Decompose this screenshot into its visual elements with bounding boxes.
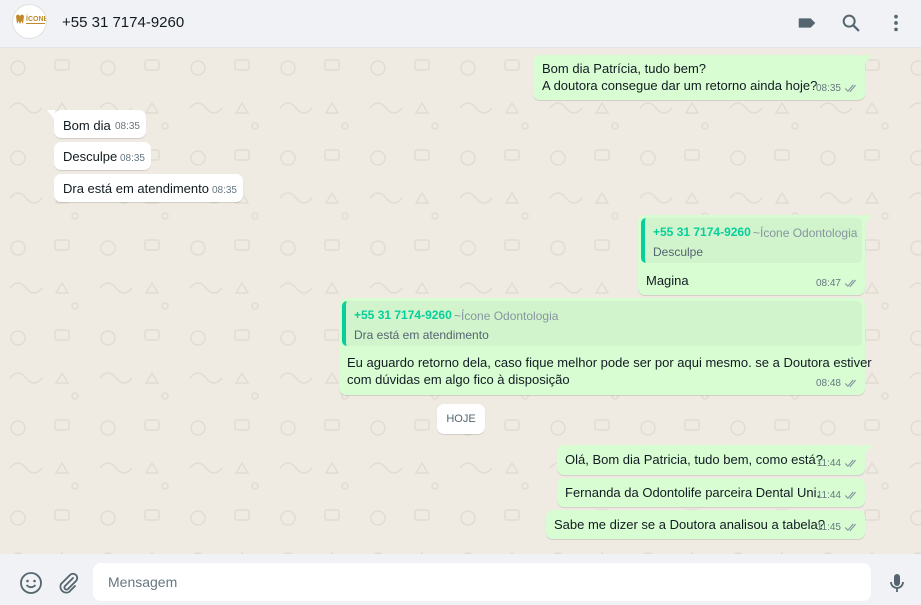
message-bubble-outgoing[interactable]: Olá, Bom dia Patricia, tudo bem, como es…: [557, 445, 872, 475]
message-list[interactable]: Bom dia Patrícia, tudo bem? A doutora co…: [0, 48, 921, 554]
message-time: 11:44: [816, 490, 841, 501]
quoted-message[interactable]: +55 31 7174-9260 ~Ícone Odontologia Desc…: [641, 218, 862, 263]
message-text: Magina: [646, 273, 689, 288]
message-text: Desculpe: [63, 149, 118, 164]
message-text: Bom dia Patrícia, tudo bem?: [542, 61, 707, 76]
message-time: 11:45: [816, 522, 841, 533]
message-text: Eu aguardo retorno dela, caso fique melh…: [347, 355, 872, 370]
bubble-tail: [864, 215, 872, 225]
message-meta: 08:47: [816, 275, 859, 292]
chat-header: ÍCONE +55 31 7174-9260: [0, 0, 921, 48]
message-text: Olá, Bom dia Patricia, tudo bem, como es…: [565, 452, 823, 467]
quoted-author: +55 31 7174-9260: [354, 308, 452, 322]
message-meta: 08:35: [212, 182, 237, 199]
message-time: 08:35: [119, 153, 145, 164]
label-icon[interactable]: [796, 12, 818, 34]
message-text: com dúvidas em algo fico à disposição: [347, 372, 570, 387]
message-text: A doutora consegue dar um retorno ainda …: [542, 78, 818, 93]
message-time: 08:47: [815, 278, 841, 289]
contact-avatar[interactable]: ÍCONE: [12, 4, 47, 39]
message-bubble-incoming[interactable]: Dra está em atendimento 08:35: [54, 174, 243, 202]
date-divider: HOJE: [437, 404, 485, 434]
bubble-tail: [47, 110, 55, 120]
bubble-tail: [864, 445, 872, 455]
message-time: 11:44: [816, 458, 841, 469]
message-meta: 11:44: [817, 487, 859, 504]
contact-name[interactable]: +55 31 7174-9260: [62, 14, 184, 31]
read-ticks-icon: [844, 84, 856, 93]
message-meta: 11:44: [817, 455, 859, 472]
message-text: Sabe me dizer se a Doutora analisou a ta…: [554, 517, 826, 532]
message-text: Bom dia: [63, 118, 111, 133]
menu-dots-icon[interactable]: [885, 12, 907, 34]
message-meta: 08:35: [120, 150, 145, 167]
avatar-text: ÍCONE: [26, 14, 47, 23]
mic-icon[interactable]: [885, 571, 909, 595]
message-meta: 08:35: [816, 80, 859, 97]
message-composer: [0, 554, 921, 605]
bubble-tail: [864, 55, 872, 65]
message-time: 08:35: [815, 83, 841, 94]
message-bubble-outgoing[interactable]: Bom dia Patrícia, tudo bem? A doutora co…: [533, 55, 872, 100]
quoted-author-name: ~Ícone Odontologia: [753, 226, 858, 240]
quoted-text: Desculpe: [653, 245, 704, 259]
message-bubble-outgoing[interactable]: +55 31 7174-9260 ~Ícone Odontologia Dra …: [339, 298, 872, 395]
message-meta: 11:45: [817, 519, 859, 536]
search-icon[interactable]: [840, 12, 862, 34]
message-time: 08:35: [211, 185, 237, 196]
message-time: 08:35: [114, 121, 140, 132]
read-ticks-icon: [844, 491, 856, 500]
message-text: Dra está em atendimento: [63, 181, 209, 196]
quoted-author: +55 31 7174-9260: [653, 225, 751, 239]
read-ticks-icon: [844, 459, 856, 468]
attach-icon[interactable]: [56, 571, 80, 595]
message-bubble-incoming[interactable]: Desculpe 08:35: [54, 142, 151, 170]
message-input[interactable]: [93, 563, 871, 601]
quoted-text: Dra está em atendimento: [354, 328, 489, 342]
quoted-message[interactable]: +55 31 7174-9260 ~Ícone Odontologia Dra …: [342, 301, 862, 346]
emoji-icon[interactable]: [19, 571, 43, 595]
read-ticks-icon: [844, 279, 856, 288]
message-meta: 08:48: [816, 375, 859, 392]
message-bubble-outgoing[interactable]: Sabe me dizer se a Doutora analisou a ta…: [546, 510, 865, 539]
message-time: 08:48: [815, 378, 841, 389]
quoted-author-name: ~Ícone Odontologia: [454, 309, 559, 323]
message-bubble-outgoing[interactable]: Fernanda da Odontolife parceira Dental U…: [557, 478, 865, 507]
message-meta: 08:35: [115, 118, 140, 135]
read-ticks-icon: [844, 379, 856, 388]
message-text: Fernanda da Odontolife parceira Dental U…: [565, 485, 821, 500]
read-ticks-icon: [844, 523, 856, 532]
message-bubble-incoming[interactable]: Bom dia 08:35: [47, 110, 146, 138]
logo-icon: ÍCONE: [16, 14, 47, 24]
message-bubble-outgoing[interactable]: +55 31 7174-9260 ~Ícone Odontologia Desc…: [638, 215, 872, 295]
